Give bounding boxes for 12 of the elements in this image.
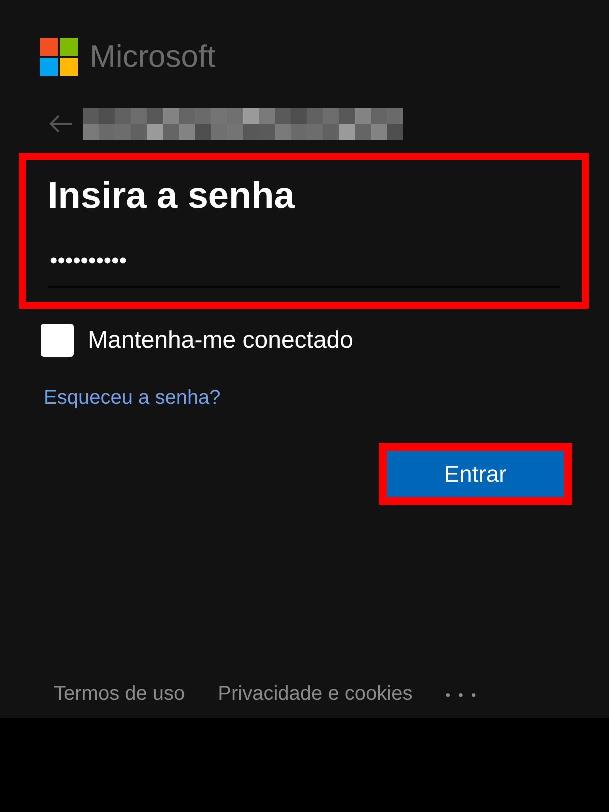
- page-heading: Insira a senha: [48, 174, 296, 218]
- forgot-password-link[interactable]: Esqueceu a senha?: [44, 387, 221, 410]
- back-arrow-icon[interactable]: [49, 114, 73, 134]
- password-field[interactable]: ••••••••••: [48, 248, 560, 288]
- checkbox-label[interactable]: Mantenha-me conectado: [88, 326, 354, 354]
- footer-link[interactable]: Termos de uso: [54, 683, 186, 706]
- sign-in-button[interactable]: Entrar: [387, 451, 564, 497]
- checkbox[interactable]: [41, 324, 74, 357]
- logo-icon: [40, 38, 78, 76]
- footer-link[interactable]: Privacidade e cookies: [218, 683, 413, 706]
- brand-name: Microsoft: [90, 39, 216, 75]
- more-options-button[interactable]: • • •: [446, 686, 478, 702]
